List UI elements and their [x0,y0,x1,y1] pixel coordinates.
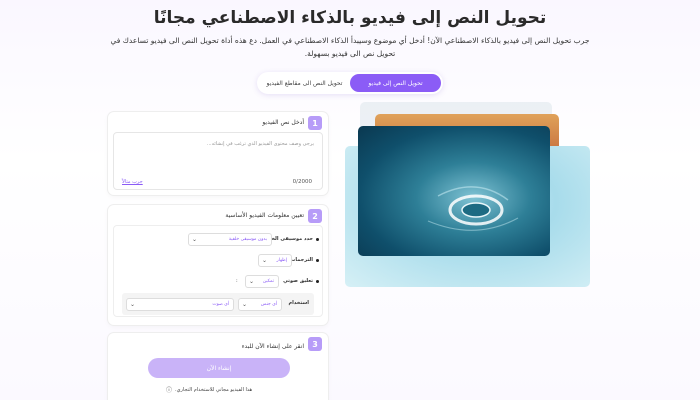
generate-button[interactable]: إنشاء الآن [148,358,290,378]
hero-title: تحويل النص إلى فيديو بالذكاء الاصطناعي م… [153,8,547,28]
info-icon: ⓘ [166,387,173,394]
voice-toggle-select[interactable]: تمكين ⌄ [245,275,279,288]
step1-card: 1 أدخل نص الفيديو يرجى وصف محتوى الفيديو… [108,112,328,195]
preview-image-stack [345,100,590,290]
script-placeholder: يرجى وصف محتوى الفيديو الذي ترغب في إنشا… [206,141,314,147]
colon: : [236,278,238,284]
music-select-value: بدون موسيقى خلفية [228,237,267,242]
mode-toggle: تحويل النص الى مقاطع الفيديو تحويل النص … [257,72,443,94]
step1-label: أدخل نص الفيديو [262,119,304,126]
music-select[interactable]: بدون موسيقى خلفية ⌄ [188,233,272,246]
subtitles-select[interactable]: إظهار ⌄ [258,254,292,267]
settings-box: حدد موسيقى الخلفية بدون موسيقى خلفية ⌄ ا… [113,225,323,317]
ocean-wave-preview-image [358,126,550,256]
voice-select[interactable]: أي صوت ⌄ [126,298,234,311]
free-use-note: هذا الفيديو مجاني للاستخدام التجاري. ⓘ [166,385,253,395]
subtitles-select-value: إظهار [276,258,287,263]
step2-number: 2 [308,209,322,223]
bullet [316,238,319,241]
bullet [316,280,319,283]
voice-toggle-value: تمكين [262,279,274,284]
step3-number: 3 [308,337,322,351]
chevron-down-icon: ⌄ [242,301,248,308]
gender-select-value: أي جنس [260,302,277,307]
chevron-down-icon: ⌄ [130,301,136,308]
voice-options-panel: استخدام أي جنس ⌄ أي صوت ⌄ [122,293,314,315]
chevron-down-icon: ⌄ [262,257,268,264]
chevron-down-icon: ⌄ [192,236,198,243]
voice-select-value: أي صوت [212,302,229,307]
step3-label: انقر على إنشاء الآن للبدء [241,343,304,350]
voice-label: تعليق صوتي [283,278,313,284]
gender-select[interactable]: أي جنس ⌄ [238,298,282,311]
char-counter: 0/2000 [292,179,312,185]
step2-label: تعيين معلومات الفيديو الأساسية [225,212,304,219]
bullet [316,259,319,262]
step1-number: 1 [308,116,322,130]
subtitles-label: الترجمات [290,257,313,263]
chevron-down-icon: ⌄ [249,278,255,285]
script-textarea[interactable]: يرجى وصف محتوى الفيديو الذي ترغب في إنشا… [113,132,323,190]
wave-swirl [427,186,519,231]
step2-card: 2 تعيين معلومات الفيديو الأساسية حدد موس… [108,205,328,325]
tab-text-to-video[interactable]: تحويل النص إلى فيديو [350,74,441,92]
tab-text-to-clips[interactable]: تحويل النص الى مقاطع الفيديو [259,74,350,92]
free-note-text: هذا الفيديو مجاني للاستخدام التجاري. [175,386,253,393]
example-link[interactable]: جرب مثالاً [122,179,143,185]
use-label: استخدام [288,300,309,306]
hero-subtitle: جرب تحويل النص إلى فيديو بالذكاء الاصطنا… [110,36,590,58]
step3-card: 3 انقر على إنشاء الآن للبدء إنشاء الآن ه… [108,333,328,400]
